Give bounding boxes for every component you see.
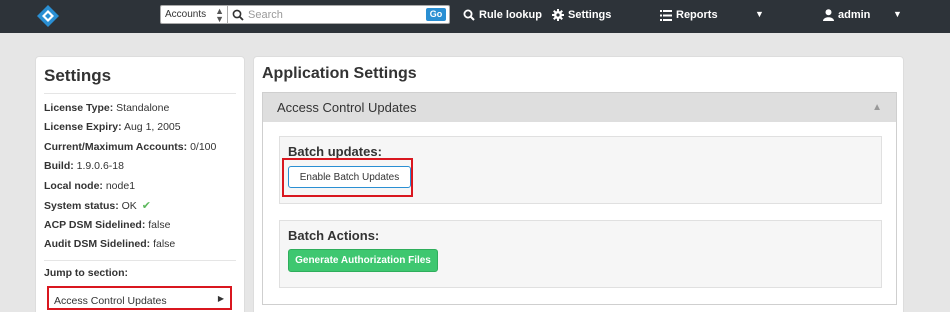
generate-authorization-files-button[interactable]: Generate Authorization Files <box>288 249 438 272</box>
user-icon <box>823 9 834 21</box>
rule-lookup-label: Rule lookup <box>479 9 542 21</box>
info-value: false <box>153 238 176 250</box>
info-value: Aug 1, 2005 <box>123 121 181 133</box>
select-arrows-icon: ▲ ▼ <box>215 6 224 24</box>
search-box: Go <box>228 5 450 24</box>
local-node-row: Local node: node1 <box>44 180 135 192</box>
user-label: admin <box>838 9 871 21</box>
access-control-updates-body: Batch updates: Enable Batch Updates Batc… <box>262 122 897 305</box>
page-title: Application Settings <box>262 65 417 82</box>
acp-dsm-row: ACP DSM Sidelined: false <box>44 219 170 231</box>
info-label: Audit DSM Sidelined: <box>44 238 151 250</box>
collapse-icon[interactable]: ▲ <box>872 102 882 113</box>
settings-sidebar: Settings License Type: Standalone Licens… <box>35 56 245 312</box>
info-label: Local node: <box>44 180 103 192</box>
application-settings-panel: Application Settings Access Control Upda… <box>253 56 904 312</box>
caret-right-icon: ▶ <box>217 294 224 303</box>
list-icon <box>660 9 672 21</box>
gear-icon <box>552 9 564 21</box>
search-icon <box>463 9 475 21</box>
audit-dsm-row: Audit DSM Sidelined: false <box>44 238 175 250</box>
info-label: ACP DSM Sidelined: <box>44 219 146 231</box>
section-title: Access Control Updates <box>277 100 417 115</box>
search-icon <box>232 9 244 21</box>
settings-label: Settings <box>568 9 612 21</box>
info-label: Current/Maximum Accounts: <box>44 141 188 153</box>
info-value: Standalone <box>116 102 170 114</box>
info-value: 1.9.0.6-18 <box>76 160 124 172</box>
user-menu[interactable]: admin <box>823 9 870 21</box>
enable-batch-updates-button[interactable]: Enable Batch Updates <box>288 166 411 188</box>
batch-updates-well: Batch updates: Enable Batch Updates <box>279 136 882 204</box>
jump-link-access-control-updates[interactable]: Access Control Updates ▶ <box>47 286 232 310</box>
account-type-select-value: Accounts <box>165 9 207 20</box>
reports-dropdown-icon[interactable]: ▼ <box>755 9 764 19</box>
batch-actions-title: Batch Actions: <box>288 228 380 243</box>
top-navbar: Accounts ▲▼ Go Rule lookup Setting <box>0 0 950 33</box>
settings-link[interactable]: Settings <box>552 9 611 21</box>
checkmark-icon: ✔ <box>141 200 151 212</box>
account-type-select[interactable]: Accounts ▲ ▼ <box>160 5 228 24</box>
accounts-row: Current/Maximum Accounts: 0/100 <box>44 141 216 153</box>
info-value: false <box>148 219 171 231</box>
reports-menu[interactable]: Reports <box>660 9 718 21</box>
license-expiry-row: License Expiry: Aug 1, 2005 <box>44 121 181 133</box>
build-row: Build: 1.9.0.6-18 <box>44 160 124 172</box>
search-input[interactable] <box>248 6 418 23</box>
info-label: License Expiry: <box>44 121 122 133</box>
info-label: Build: <box>44 160 74 172</box>
logo-icon[interactable] <box>36 4 60 28</box>
license-type-row: License Type: Standalone <box>44 102 169 114</box>
divider <box>44 93 236 94</box>
reports-label: Reports <box>676 9 718 21</box>
access-control-updates-header[interactable]: Access Control Updates ▲ <box>262 92 897 122</box>
batch-updates-title: Batch updates: <box>288 144 382 159</box>
sidebar-title: Settings <box>44 66 112 85</box>
info-value: OK <box>121 200 137 212</box>
go-button[interactable]: Go <box>426 8 446 21</box>
info-label: System status: <box>44 200 119 212</box>
divider <box>44 260 236 261</box>
jump-link-label: Access Control Updates <box>54 295 167 307</box>
info-value: node1 <box>105 180 136 192</box>
jump-to-section-label: Jump to section: <box>44 267 129 279</box>
user-dropdown-icon[interactable]: ▼ <box>893 9 902 19</box>
rule-lookup-link[interactable]: Rule lookup <box>463 9 542 21</box>
system-status-row: System status: OK ✔ <box>44 199 151 212</box>
batch-actions-well: Batch Actions: Generate Authorization Fi… <box>279 220 882 288</box>
info-value: 0/100 <box>190 141 217 153</box>
info-label: License Type: <box>44 102 114 114</box>
